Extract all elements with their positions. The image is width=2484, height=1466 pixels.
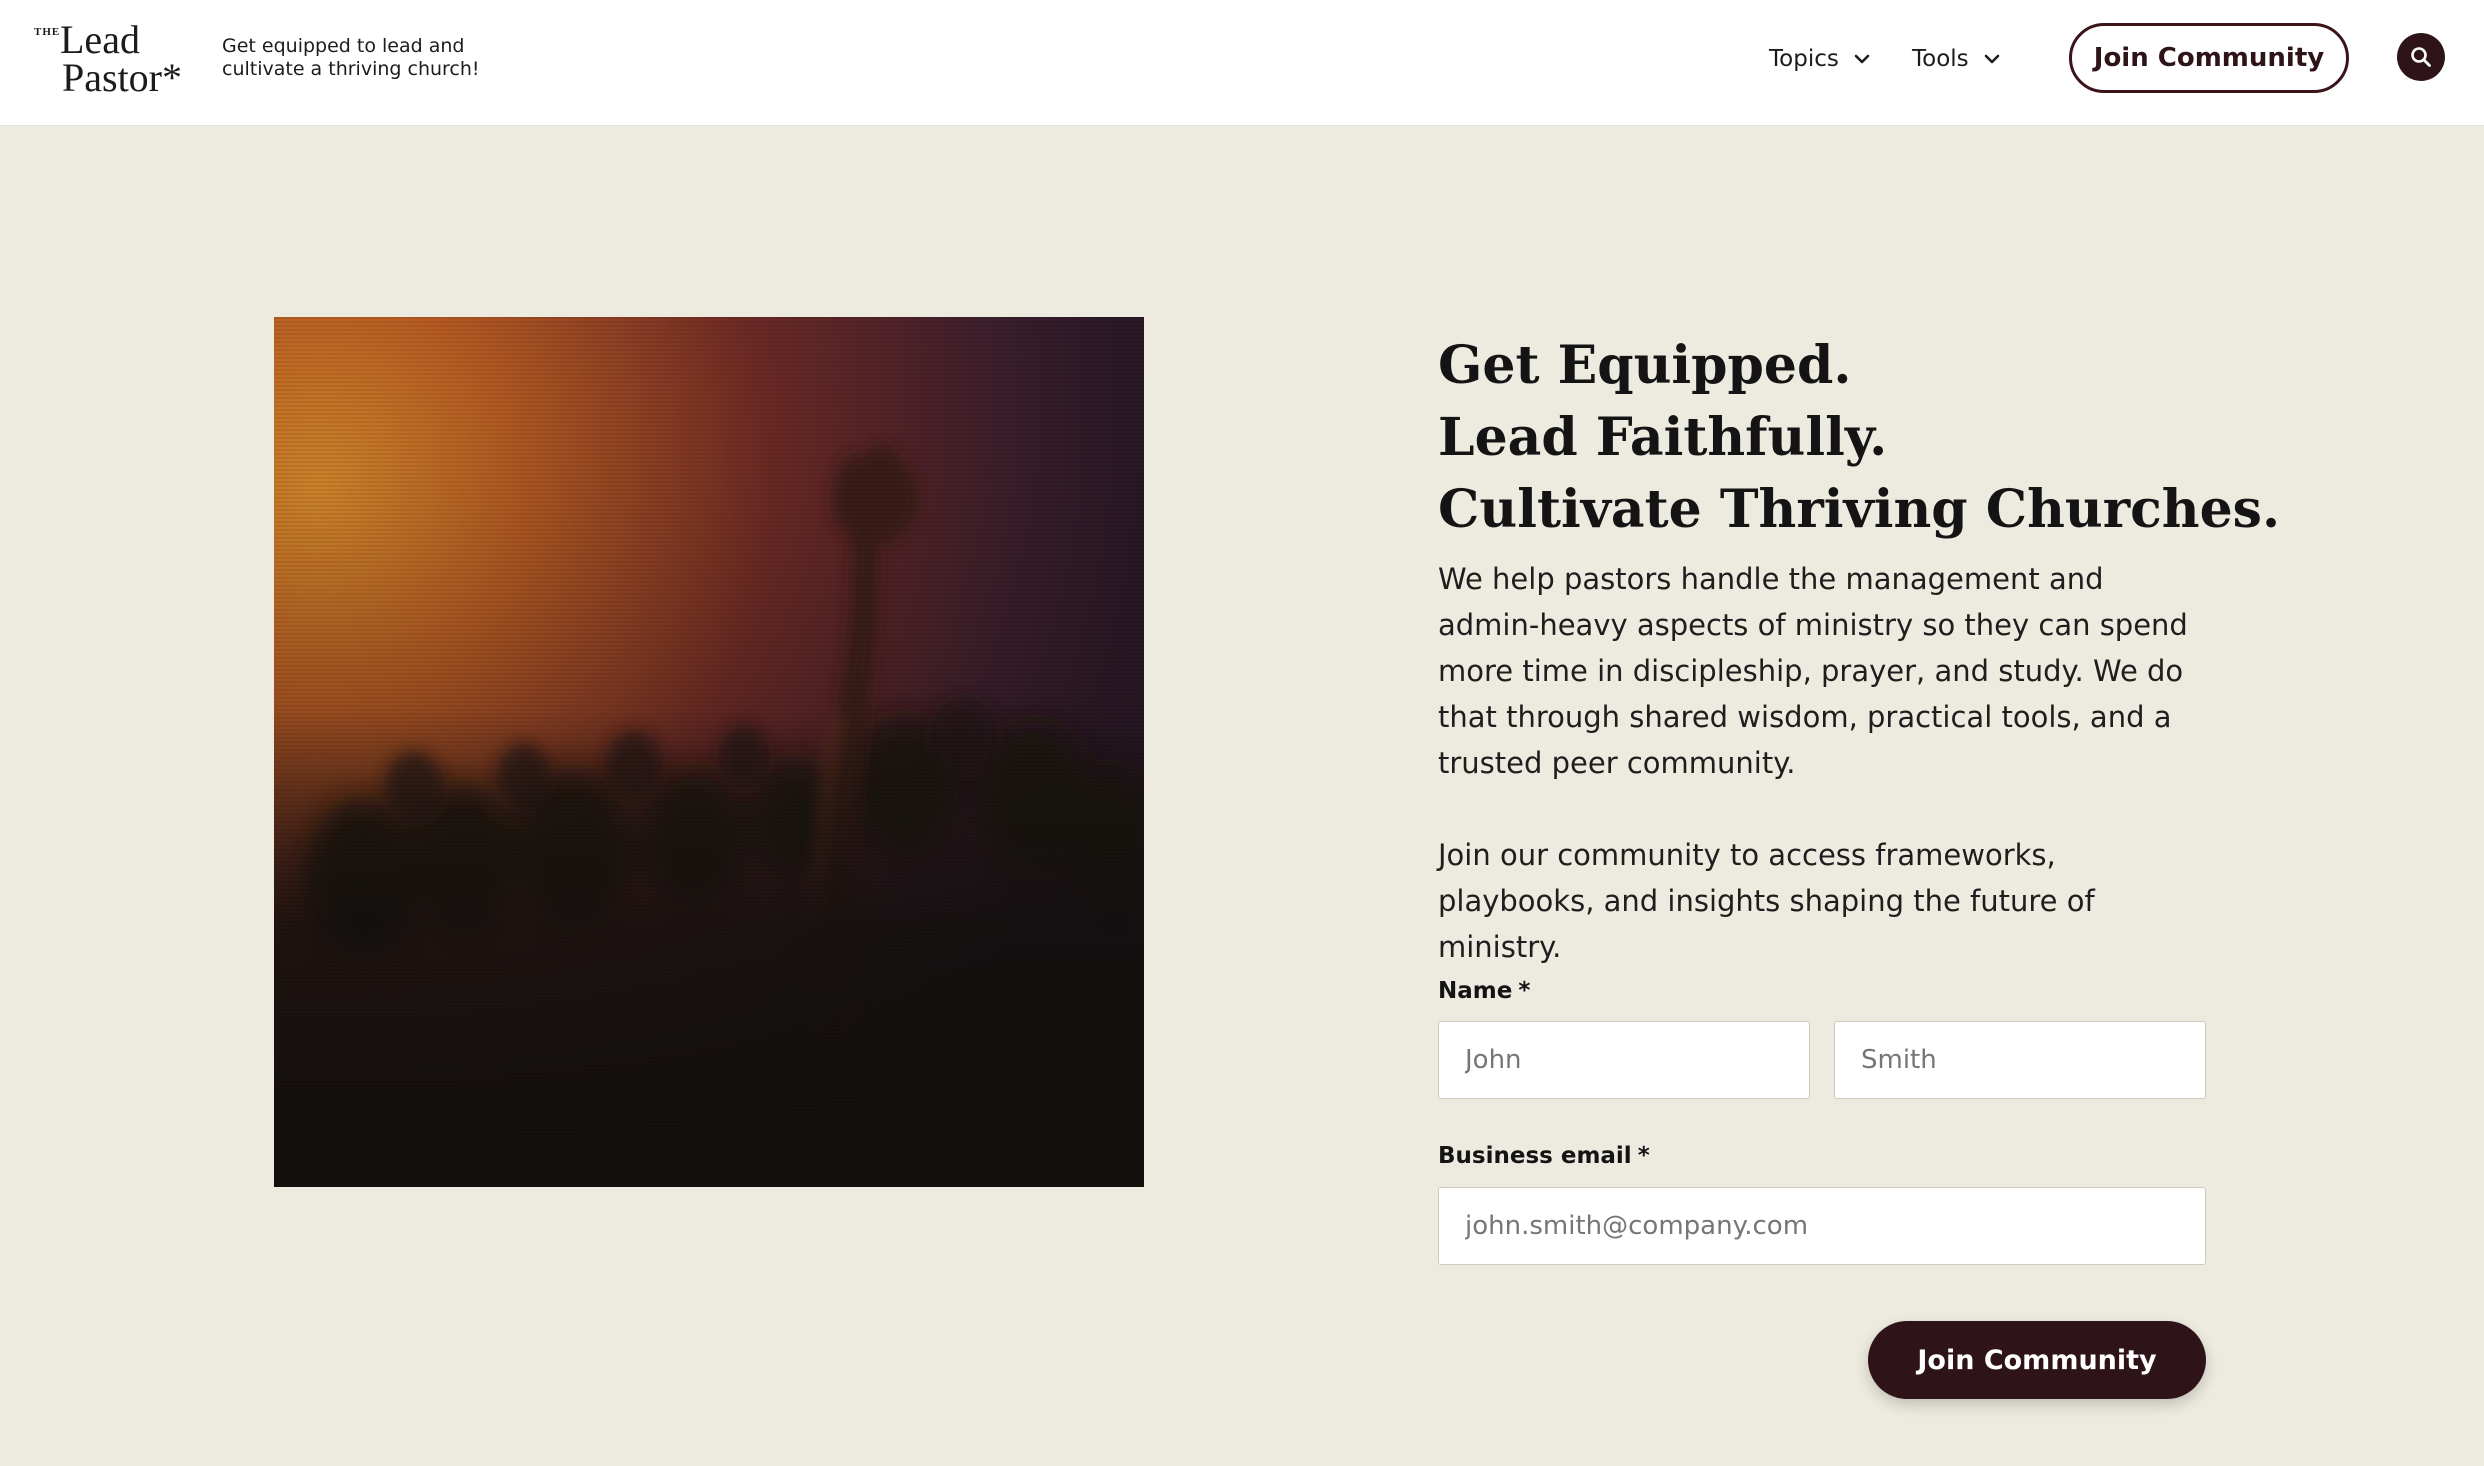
- logo-pastor-text: Pastor*: [62, 55, 182, 100]
- hero-headline: Get Equipped. Lead Faithfully. Cultivate…: [1438, 330, 2281, 546]
- name-label-text: Name: [1438, 978, 1513, 1004]
- email-label-text: Business email: [1438, 1143, 1632, 1169]
- nav-tools[interactable]: Tools: [1912, 42, 2001, 76]
- logo-the-text: THE: [34, 26, 61, 38]
- email-label: Business email *: [1438, 1143, 1650, 1169]
- email-required-mark: *: [1637, 1143, 1650, 1169]
- header-join-community-button[interactable]: Join Community: [2069, 23, 2349, 93]
- headline-line-3: Cultivate Thriving Churches.: [1438, 479, 2281, 540]
- business-email-input[interactable]: [1438, 1187, 2206, 1265]
- search-button[interactable]: [2397, 33, 2445, 81]
- search-icon: [2411, 47, 2431, 67]
- nav-topics-label: Topics: [1769, 46, 1839, 72]
- name-label: Name *: [1438, 978, 1530, 1004]
- join-community-submit-button[interactable]: Join Community: [1868, 1321, 2206, 1399]
- hero-content: Get Equipped. Lead Faithfully. Cultivate…: [1438, 330, 2281, 970]
- lead-pastor-logo[interactable]: THE Lead Pastor*: [34, 20, 194, 100]
- chevron-down-icon: [1984, 54, 1999, 64]
- name-required-mark: *: [1518, 978, 1531, 1004]
- nav-tools-label: Tools: [1912, 46, 1969, 72]
- first-name-input[interactable]: [1438, 1021, 1810, 1099]
- headline-line-2: Lead Faithfully.: [1438, 407, 1888, 468]
- site-header: THE Lead Pastor* Get equipped to lead an…: [0, 0, 2484, 126]
- nav-topics[interactable]: Topics: [1769, 42, 1871, 76]
- last-name-input[interactable]: [1834, 1021, 2206, 1099]
- hero-image: [274, 317, 1144, 1187]
- logo-lead-text: Lead: [60, 17, 140, 62]
- hero-description: We help pastors handle the management an…: [1438, 562, 2188, 780]
- site-tagline: Get equipped to lead and cultivate a thr…: [222, 35, 480, 80]
- chevron-down-icon: [1854, 54, 1870, 64]
- hero-invitation: Join our community to access frameworks,…: [1438, 838, 2095, 964]
- headline-line-1: Get Equipped.: [1438, 335, 1852, 396]
